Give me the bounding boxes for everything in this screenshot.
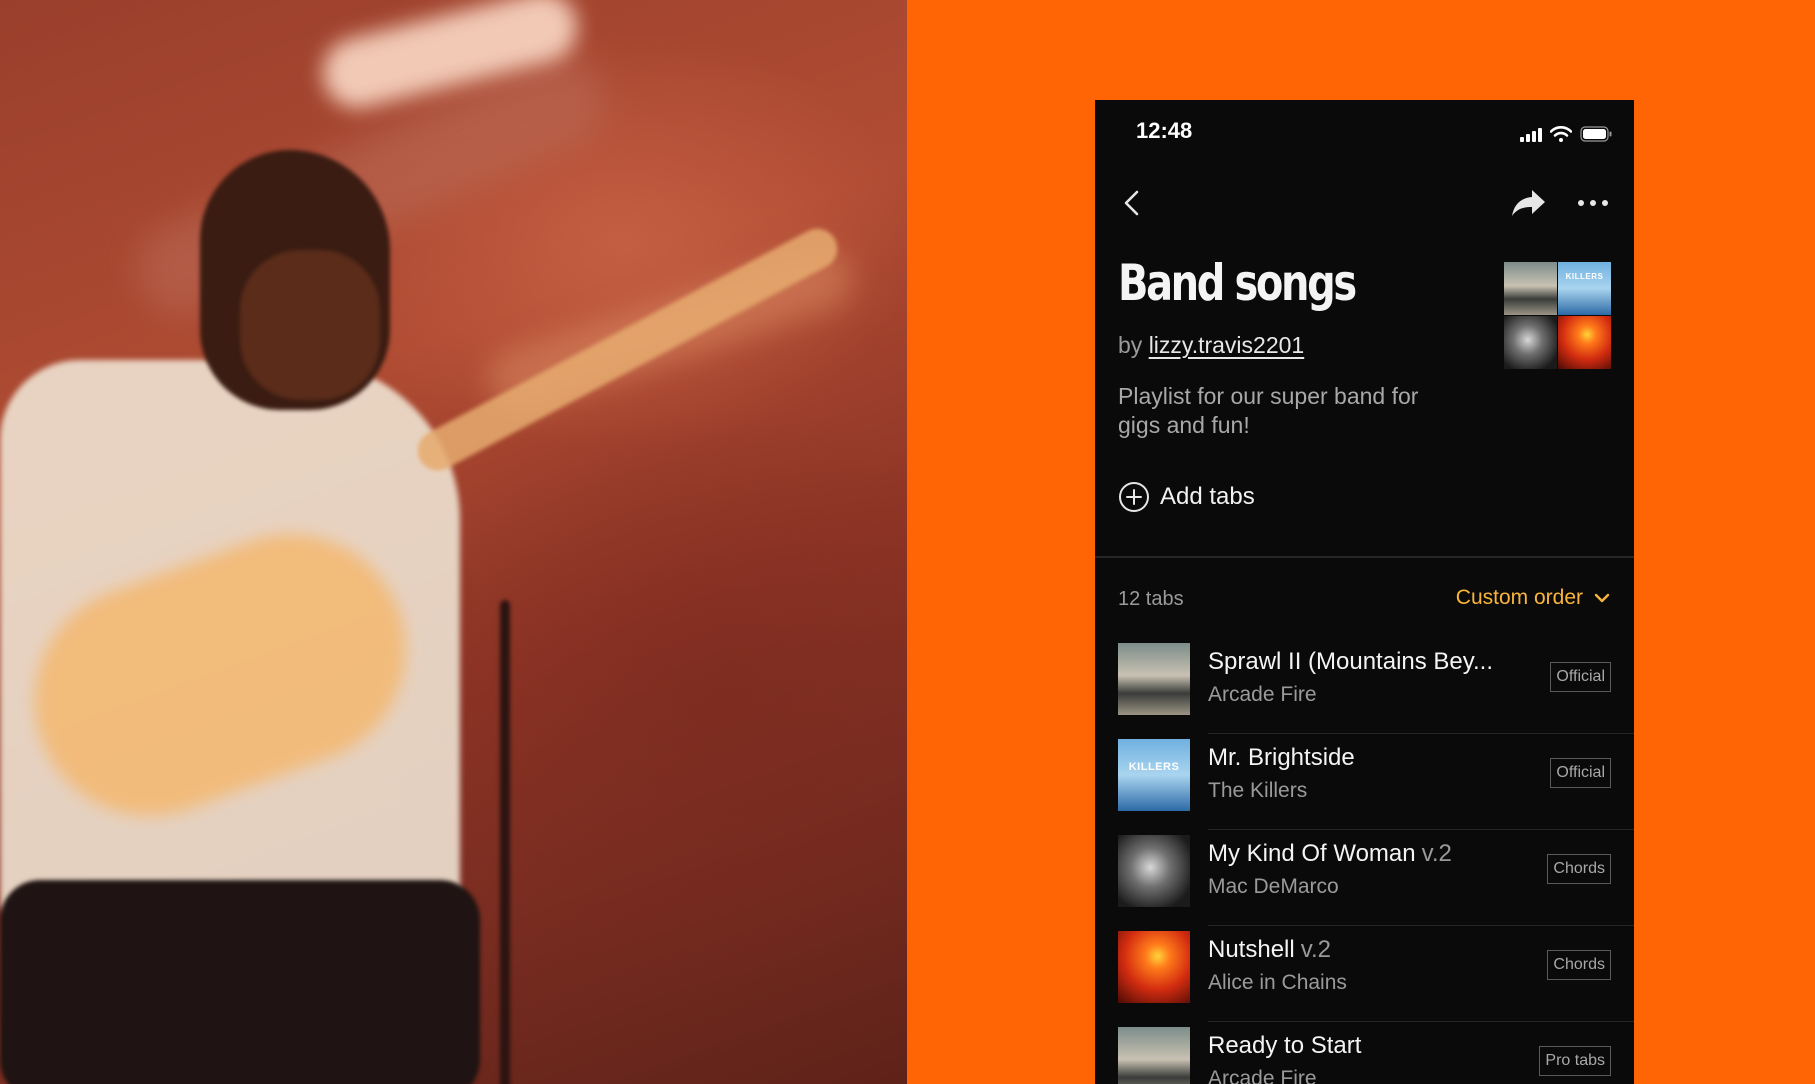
tab-list-item[interactable]: My Kind Of Woman v.2 Mac DeMarco Chords: [1095, 830, 1634, 926]
bass-guitar-neck: [410, 221, 845, 478]
tab-list-item[interactable]: Sprawl II (Mountains Bey... Arcade Fire …: [1095, 638, 1634, 734]
tab-type-badge: Official: [1550, 758, 1611, 788]
tab-title: My Kind Of Woman v.2: [1208, 840, 1452, 868]
artist-name: Arcade Fire: [1208, 683, 1317, 706]
album-thumbnail: [1118, 835, 1190, 907]
tab-title: Sprawl II (Mountains Bey...: [1208, 648, 1499, 676]
tab-version: v.2: [1421, 840, 1452, 867]
playlist-byline: by lizzy.travis2201: [1118, 332, 1304, 359]
album-thumbnail: [1118, 931, 1190, 1003]
album-cover-killers: KILLERS: [1558, 262, 1611, 315]
tabs-count: 12 tabs: [1118, 588, 1184, 610]
playlist-title: Band songs: [1118, 254, 1357, 312]
dark-pants: [0, 880, 480, 1084]
tab-title: Ready to Start: [1208, 1032, 1367, 1060]
playlist-description: Playlist for our super band for gigs and…: [1118, 383, 1419, 438]
section-divider: [1095, 556, 1634, 558]
status-bar: 12:48: [1095, 100, 1634, 166]
tab-list-item[interactable]: Nutshell v.2 Alice in Chains Chords: [1095, 926, 1634, 1022]
share-arrow-icon: [1512, 190, 1545, 216]
by-prefix: by: [1118, 332, 1143, 358]
phone-screen: 12:48 Band songs KILLERS by lizzy.travis…: [1095, 100, 1634, 1084]
album-thumbnail: [1118, 643, 1190, 715]
killers-logo-text: KILLERS: [1128, 761, 1180, 773]
back-button[interactable]: [1117, 186, 1151, 220]
song-title: Sprawl II (Mountains Bey...: [1208, 648, 1493, 675]
artist-name: Arcade Fire: [1208, 1067, 1317, 1084]
sort-order-label: Custom order: [1455, 586, 1583, 609]
tab-type-badge: Chords: [1547, 854, 1611, 884]
plus-circle-icon: [1119, 482, 1149, 512]
song-title: My Kind Of Woman: [1208, 840, 1416, 867]
promo-canvas: 12:48 Band songs KILLERS by lizzy.travis…: [0, 0, 1815, 1084]
ellipsis-icon: [1578, 200, 1608, 206]
song-title: Ready to Start: [1208, 1032, 1362, 1059]
mic-stand: [500, 600, 510, 1084]
tab-type-badge: Official: [1550, 662, 1611, 692]
tab-title: Nutshell v.2: [1208, 936, 1331, 964]
tab-type-badge: Chords: [1547, 950, 1611, 980]
tab-list-item[interactable]: KILLERS Mr. Brightside The Killers Offic…: [1095, 734, 1634, 830]
more-options-button[interactable]: [1574, 186, 1612, 220]
album-thumbnail: [1118, 1027, 1190, 1084]
chevron-down-icon: [1594, 593, 1610, 603]
status-time: 12:48: [1136, 118, 1193, 143]
author-link[interactable]: lizzy.travis2201: [1149, 332, 1305, 358]
sort-order-dropdown[interactable]: Custom order: [1456, 586, 1611, 610]
tab-list: Sprawl II (Mountains Bey... Arcade Fire …: [1095, 638, 1634, 1084]
battery-icon: [1580, 126, 1612, 142]
playlist-cover-collage: KILLERS: [1504, 262, 1611, 369]
bassist-photo: [0, 0, 907, 1084]
album-thumbnail: KILLERS: [1118, 739, 1190, 811]
add-tabs-label: Add tabs: [1160, 483, 1255, 510]
album-cover-demarco: [1504, 316, 1557, 369]
tab-title: Mr. Brightside: [1208, 744, 1361, 772]
cellular-signal-icon: [1520, 128, 1542, 142]
wifi-icon: [1550, 126, 1572, 142]
status-icons: [1520, 124, 1612, 142]
tab-version: v.2: [1300, 936, 1331, 963]
chevron-left-icon: [1124, 190, 1139, 216]
album-cover-suburbs: [1504, 262, 1557, 315]
song-title: Mr. Brightside: [1208, 744, 1355, 771]
killers-logo-text: KILLERS: [1565, 272, 1604, 281]
add-tabs-button[interactable]: Add tabs: [1118, 480, 1255, 514]
artist-name: The Killers: [1208, 779, 1308, 802]
song-title: Nutshell: [1208, 936, 1295, 963]
tab-type-badge: Pro tabs: [1539, 1046, 1611, 1076]
album-cover-jar-of-flies: [1558, 316, 1611, 369]
artist-name: Mac DeMarco: [1208, 875, 1339, 898]
artist-name: Alice in Chains: [1208, 971, 1347, 994]
navigation-bar: [1095, 178, 1634, 228]
share-button[interactable]: [1510, 186, 1548, 220]
tab-list-item[interactable]: Ready to Start Arcade Fire Pro tabs: [1095, 1022, 1634, 1084]
musician-face: [240, 250, 380, 400]
